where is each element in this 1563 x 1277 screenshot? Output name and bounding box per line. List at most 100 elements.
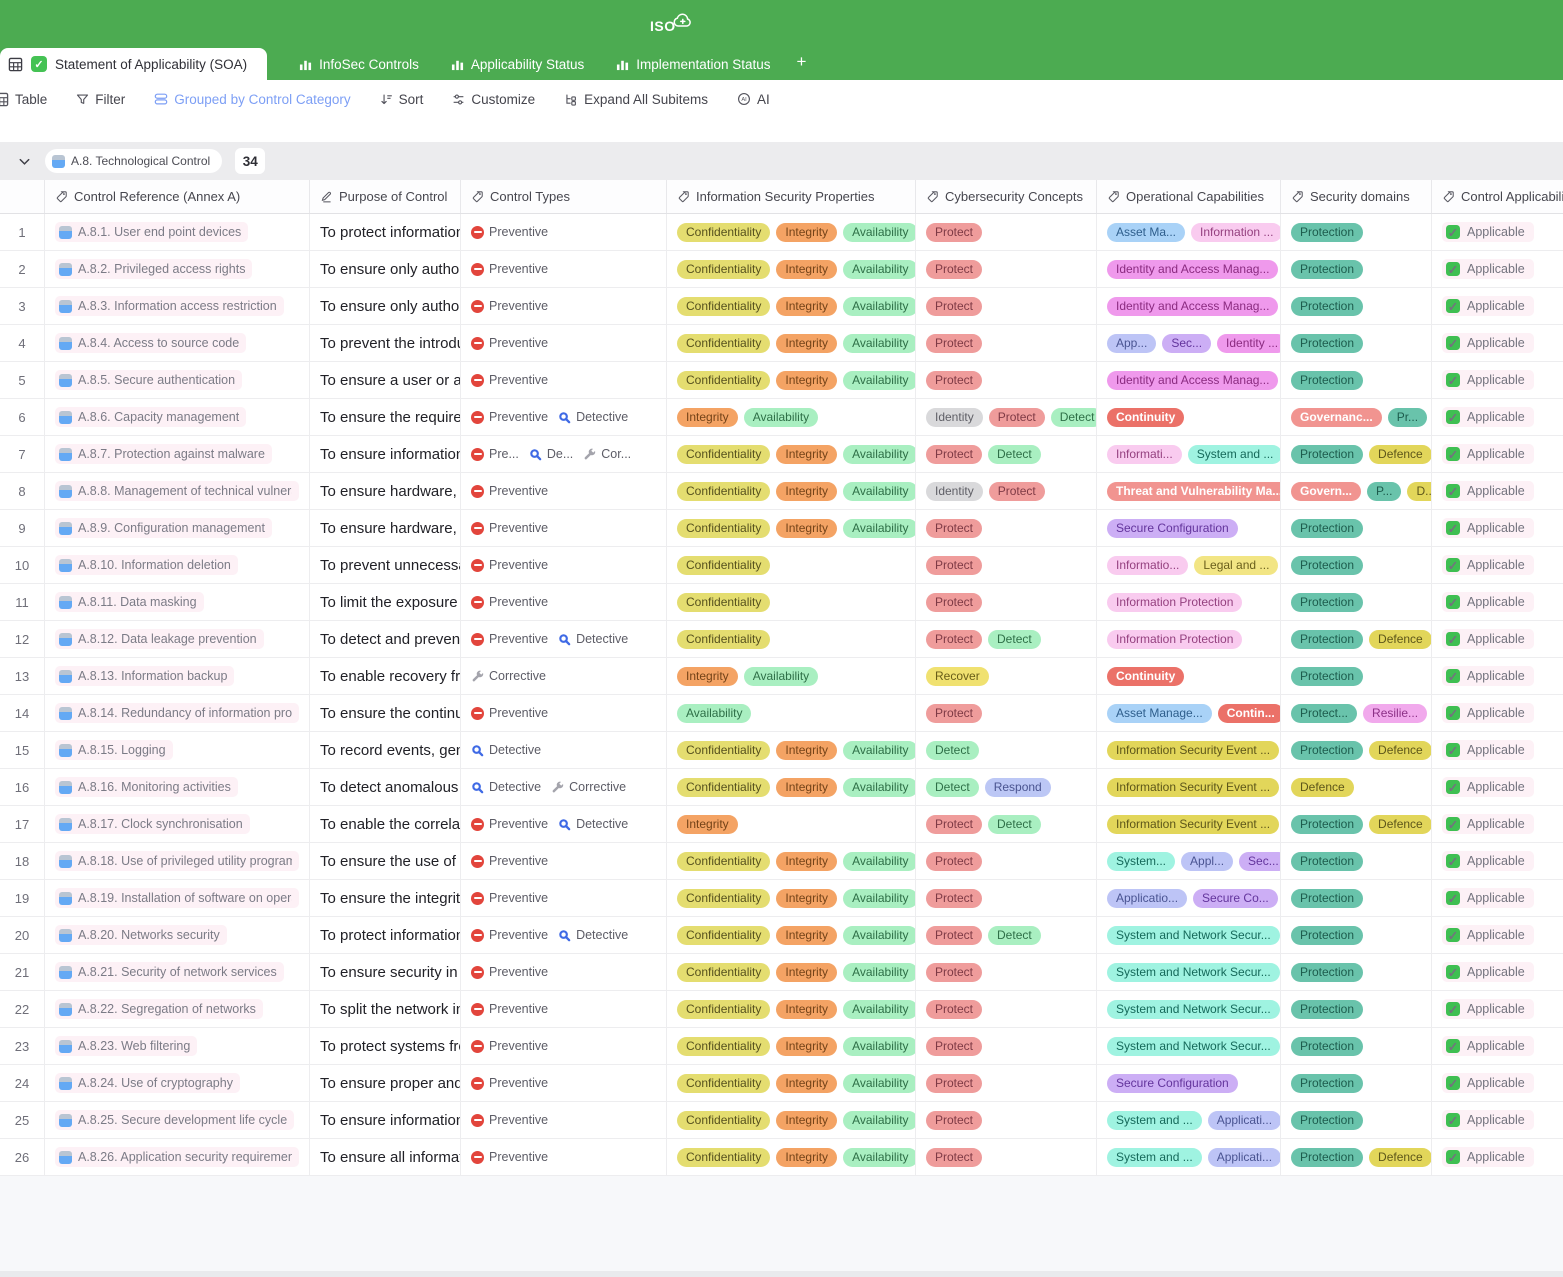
control-applicability-cell[interactable]: ✓Applicable [1432,214,1563,250]
record-link[interactable]: A.8.26. Application security requirement… [55,1147,299,1167]
security-domains-cell[interactable]: Protection [1281,584,1432,620]
record-link[interactable]: A.8.12. Data leakage prevention [55,629,264,649]
security-domains-cell[interactable]: ProtectionDefence [1281,1139,1432,1175]
row-number-cell[interactable]: 14 [0,695,45,731]
record-link[interactable]: A.8.5. Secure authentication [55,370,242,390]
control-reference-cell[interactable]: A.8.24. Use of cryptography [45,1065,310,1101]
record-link[interactable]: A.8.3. Information access restriction [55,296,284,316]
infosec-properties-cell[interactable]: ConfidentialityIntegrityAvailability [667,954,916,990]
control-applicability-cell[interactable]: ✓Applicable [1432,510,1563,546]
record-link[interactable]: A.8.23. Web filtering [55,1036,197,1056]
security-domains-cell[interactable]: Protection [1281,288,1432,324]
row-number-cell[interactable]: 8 [0,473,45,509]
cybersecurity-concepts-cell[interactable]: ProtectDetect [916,806,1097,842]
purpose-cell[interactable]: To enable recovery fro [310,658,461,694]
infosec-properties-cell[interactable]: Availability [667,695,916,731]
cybersecurity-concepts-cell[interactable]: Protect [916,1139,1097,1175]
security-domains-cell[interactable]: Protection [1281,880,1432,916]
purpose-cell[interactable]: To ensure hardware, s [310,510,461,546]
cybersecurity-concepts-cell[interactable]: IdentityProtect [916,473,1097,509]
purpose-cell[interactable]: To split the network in [310,991,461,1027]
cybersecurity-concepts-cell[interactable]: Protect [916,1028,1097,1064]
record-link[interactable]: A.8.4. Access to source code [55,333,246,353]
infosec-properties-cell[interactable]: ConfidentialityIntegrityAvailability [667,1028,916,1064]
cybersecurity-concepts-cell[interactable]: Protect [916,991,1097,1027]
infosec-properties-cell[interactable]: ConfidentialityIntegrityAvailability [667,1139,916,1175]
operational-capabilities-cell[interactable]: Identity and Access Manag... [1097,362,1281,398]
control-types-cell[interactable]: Preventive [461,214,667,250]
cybersecurity-concepts-cell[interactable]: Protect [916,695,1097,731]
purpose-cell[interactable]: To prevent the introdu [310,325,461,361]
purpose-cell[interactable]: To ensure proper and [310,1065,461,1101]
control-reference-cell[interactable]: A.8.20. Networks security [45,917,310,953]
purpose-cell[interactable]: To detect and prevent [310,621,461,657]
security-domains-cell[interactable]: ProtectionDefence [1281,621,1432,657]
operational-capabilities-cell[interactable]: Secure Configuration [1097,1065,1281,1101]
control-applicability-cell[interactable]: ✓Applicable [1432,991,1563,1027]
control-applicability-cell[interactable]: ✓Applicable [1432,1102,1563,1138]
control-reference-cell[interactable]: A.8.16. Monitoring activities [45,769,310,805]
row-number-cell[interactable]: 3 [0,288,45,324]
record-link[interactable]: A.8.1. User end point devices [55,222,248,242]
control-applicability-cell[interactable]: ✓Applicable [1432,732,1563,768]
control-types-cell[interactable]: Detective [461,732,667,768]
row-number-cell[interactable]: 18 [0,843,45,879]
control-types-cell[interactable]: Preventive [461,584,667,620]
operational-capabilities-cell[interactable]: Asset Manage...Contin... [1097,695,1281,731]
column-header-purpose[interactable]: Purpose of Control [310,180,461,213]
infosec-properties-cell[interactable]: Confidentiality [667,621,916,657]
control-reference-cell[interactable]: A.8.10. Information deletion [45,547,310,583]
cybersecurity-concepts-cell[interactable]: Recover [916,658,1097,694]
cybersecurity-concepts-cell[interactable]: Protect [916,214,1097,250]
tab-implementation-status[interactable]: Implementation Status [616,48,770,80]
control-reference-cell[interactable]: A.8.25. Secure development life cycle [45,1102,310,1138]
cybersecurity-concepts-cell[interactable]: Protect [916,843,1097,879]
row-number-cell[interactable]: 26 [0,1139,45,1175]
purpose-cell[interactable]: To ensure hardware, s [310,473,461,509]
operational-capabilities-cell[interactable]: System and ...Applicati... [1097,1102,1281,1138]
cybersecurity-concepts-cell[interactable]: IdentityProtectDetect [916,399,1097,435]
toolbar-ai-button[interactable]: AIAI [737,92,770,107]
record-link[interactable]: A.8.21. Security of network services [55,962,284,982]
cybersecurity-concepts-cell[interactable]: Protect [916,880,1097,916]
control-types-cell[interactable]: Preventive [461,547,667,583]
bottom-scrollbar-track[interactable] [0,1271,1563,1277]
cybersecurity-concepts-cell[interactable]: Protect [916,584,1097,620]
record-link[interactable]: A.8.11. Data masking [55,592,204,612]
record-link[interactable]: A.8.9. Configuration management [55,518,272,538]
row-number-cell[interactable]: 9 [0,510,45,546]
infosec-properties-cell[interactable]: IntegrityAvailability [667,399,916,435]
control-applicability-cell[interactable]: ✓Applicable [1432,1028,1563,1064]
control-applicability-cell[interactable]: ✓Applicable [1432,473,1563,509]
row-number-cell[interactable]: 17 [0,806,45,842]
operational-capabilities-cell[interactable]: App...Sec...Identity ... [1097,325,1281,361]
column-header-domains[interactable]: Security domains [1281,180,1432,213]
record-link[interactable]: A.8.16. Monitoring activities [55,777,238,797]
control-applicability-cell[interactable]: ✓Applicable [1432,917,1563,953]
purpose-cell[interactable]: To ensure information [310,436,461,472]
infosec-properties-cell[interactable]: ConfidentialityIntegrityAvailability [667,991,916,1027]
security-domains-cell[interactable]: ProtectionDefence [1281,436,1432,472]
record-link[interactable]: A.8.14. Redundancy of information proc..… [55,703,299,723]
cybersecurity-concepts-cell[interactable]: ProtectDetect [916,436,1097,472]
infosec-properties-cell[interactable]: ConfidentialityIntegrityAvailability [667,288,916,324]
operational-capabilities-cell[interactable]: Information Protection [1097,584,1281,620]
infosec-properties-cell[interactable]: IntegrityAvailability [667,658,916,694]
cybersecurity-concepts-cell[interactable]: Detect [916,732,1097,768]
record-link[interactable]: A.8.8. Management of technical vulnera..… [55,481,299,501]
control-types-cell[interactable]: Preventive [461,954,667,990]
control-reference-cell[interactable]: A.8.11. Data masking [45,584,310,620]
purpose-cell[interactable]: To protect systems fro [310,1028,461,1064]
infosec-properties-cell[interactable]: ConfidentialityIntegrityAvailability [667,732,916,768]
purpose-cell[interactable]: To ensure information [310,1102,461,1138]
control-applicability-cell[interactable]: ✓Applicable [1432,806,1563,842]
control-reference-cell[interactable]: A.8.21. Security of network services [45,954,310,990]
row-number-cell[interactable]: 12 [0,621,45,657]
operational-capabilities-cell[interactable]: Informati...System and ... [1097,436,1281,472]
row-number-cell[interactable]: 24 [0,1065,45,1101]
purpose-cell[interactable]: To ensure the continu [310,695,461,731]
control-applicability-cell[interactable]: ✓Applicable [1432,621,1563,657]
column-header-applicability[interactable]: Control Applicability [1432,180,1563,213]
purpose-cell[interactable]: To enable the correlat [310,806,461,842]
infosec-properties-cell[interactable]: Confidentiality [667,584,916,620]
